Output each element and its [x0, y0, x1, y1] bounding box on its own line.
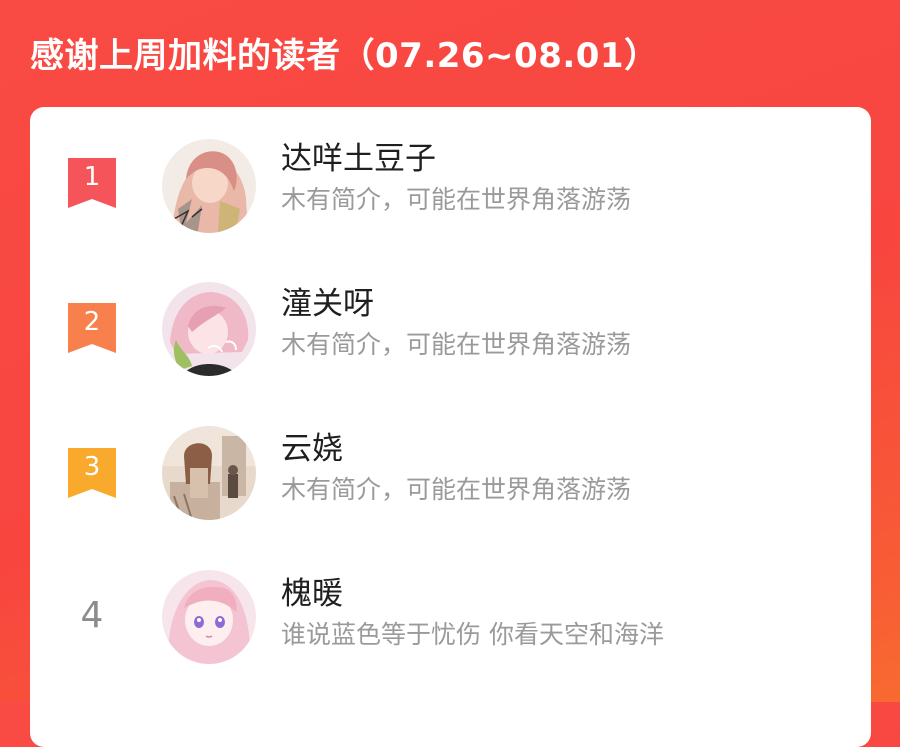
reader-row-3[interactable]: 3 云娆 木有简介，可能在世界角落游荡	[30, 397, 871, 527]
rank-number: 4	[80, 595, 104, 636]
reader-bio: 木有简介，可能在世界角落游荡	[281, 330, 632, 359]
reader-bio: 木有简介，可能在世界角落游荡	[281, 475, 632, 504]
rank-ribbon-icon: 1	[68, 158, 116, 208]
reader-bio: 木有简介，可能在世界角落游荡	[281, 185, 632, 214]
avatar[interactable]	[162, 282, 256, 376]
reader-row-1[interactable]: 1 达咩土豆子 木有简介，可能在世界角落游荡	[30, 107, 871, 237]
rank-ribbon-icon: 2	[68, 303, 116, 353]
reader-row-4[interactable]: 4 槐暖 谁说蓝色等于忧伤 你看天空和海洋	[30, 542, 871, 672]
avatar[interactable]	[162, 426, 256, 520]
rank-ribbon-icon: 3	[68, 448, 116, 498]
reader-name: 云娆	[281, 431, 343, 467]
reader-row-2[interactable]: 2 潼关呀 木有简介，可能在世界角落游荡	[30, 252, 871, 382]
reader-list-card: 1 达咩土豆子 木有简介，可能在世界角落游荡 2 潼关呀 木有简介，可能在世界角…	[30, 107, 871, 747]
reader-name: 潼关呀	[281, 286, 374, 322]
reader-name: 槐暖	[281, 576, 343, 612]
rank-number: 3	[83, 452, 101, 482]
avatar[interactable]	[162, 139, 256, 233]
page-title: 感谢上周加料的读者（07.26~08.01）	[30, 36, 659, 76]
reader-bio: 谁说蓝色等于忧伤 你看天空和海洋	[281, 620, 664, 649]
reader-name: 达咩土豆子	[281, 141, 436, 177]
rank-number: 2	[83, 307, 101, 337]
rank-number: 1	[83, 162, 101, 192]
avatar[interactable]	[162, 570, 256, 664]
